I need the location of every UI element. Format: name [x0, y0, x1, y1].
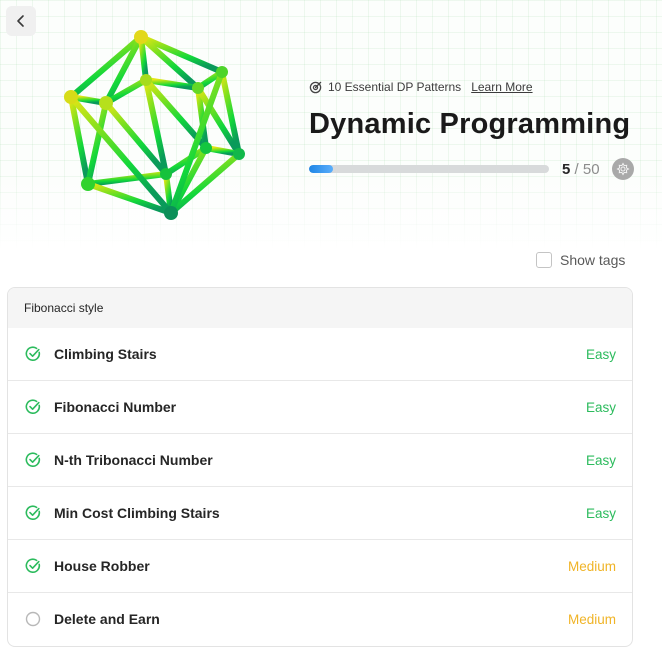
problem-row[interactable]: Fibonacci Number Easy — [8, 380, 632, 433]
progress-total: 50 — [582, 160, 600, 178]
problem-title[interactable]: Fibonacci Number — [54, 399, 586, 415]
problem-title[interactable]: Climbing Stairs — [54, 346, 586, 362]
problem-row[interactable]: Climbing Stairs Easy — [8, 328, 632, 380]
page-title: Dynamic Programming — [309, 108, 631, 140]
problem-section-card: Fibonacci style Climbing Stairs Easy Fibon… — [7, 287, 633, 647]
problem-row[interactable]: Delete and Earn Medium — [8, 592, 632, 645]
section-header: Fibonacci style — [8, 288, 632, 328]
study-plan-info: 10 Essential DP Patterns Learn More Dyna… — [309, 80, 654, 181]
difficulty-label: Medium — [567, 558, 616, 574]
gear-badge-icon[interactable] — [611, 158, 634, 180]
empty-circle-icon — [25, 611, 41, 627]
difficulty-label: Easy — [585, 452, 616, 468]
study-plan-kicker: 10 Essential DP Patterns Learn More — [309, 80, 654, 94]
check-circle-icon — [25, 505, 41, 521]
back-button[interactable] — [6, 6, 36, 36]
problem-title[interactable]: Min Cost Climbing Stairs — [54, 505, 586, 521]
progress-count: 5 / 50 — [562, 161, 600, 178]
check-circle-icon — [25, 346, 41, 362]
kicker-text: 10 Essential DP Patterns — [328, 80, 462, 94]
problem-row[interactable]: N-th Tribonacci Number Easy — [8, 433, 632, 486]
badge-glyph — [616, 162, 630, 176]
difficulty-label: Easy — [585, 505, 616, 521]
difficulty-label: Medium — [567, 611, 616, 627]
show-tags-label: Show tags — [560, 252, 626, 268]
difficulty-label: Easy — [585, 346, 616, 362]
problem-list: Climbing Stairs Easy Fibonacci Number Easy N… — [8, 328, 632, 645]
progress-fill — [309, 165, 333, 173]
progress-row: 5 / 50 — [309, 157, 654, 181]
progress-separator: / — [574, 160, 579, 178]
progress-done: 5 — [562, 160, 571, 178]
check-circle-icon — [25, 452, 41, 468]
problem-title[interactable]: Delete and Earn — [54, 611, 568, 627]
icosahedron-illustration — [64, 30, 245, 220]
problem-title[interactable]: N-th Tribonacci Number — [54, 452, 586, 468]
progress-bar — [309, 165, 549, 173]
section-title: Fibonacci style — [24, 301, 104, 315]
learn-more-link[interactable]: Learn More — [471, 80, 532, 94]
show-tags-toggle[interactable]: Show tags — [536, 252, 625, 268]
check-circle-icon — [25, 399, 41, 415]
check-circle-icon — [25, 558, 41, 574]
problem-title[interactable]: House Robber — [54, 558, 568, 574]
difficulty-label: Easy — [585, 399, 616, 415]
problem-row[interactable]: House Robber Medium — [8, 539, 632, 592]
problem-row[interactable]: Min Cost Climbing Stairs Easy — [8, 486, 632, 539]
show-tags-checkbox[interactable] — [536, 252, 552, 268]
chevron-left-icon — [17, 15, 24, 27]
target-icon — [309, 81, 322, 93]
